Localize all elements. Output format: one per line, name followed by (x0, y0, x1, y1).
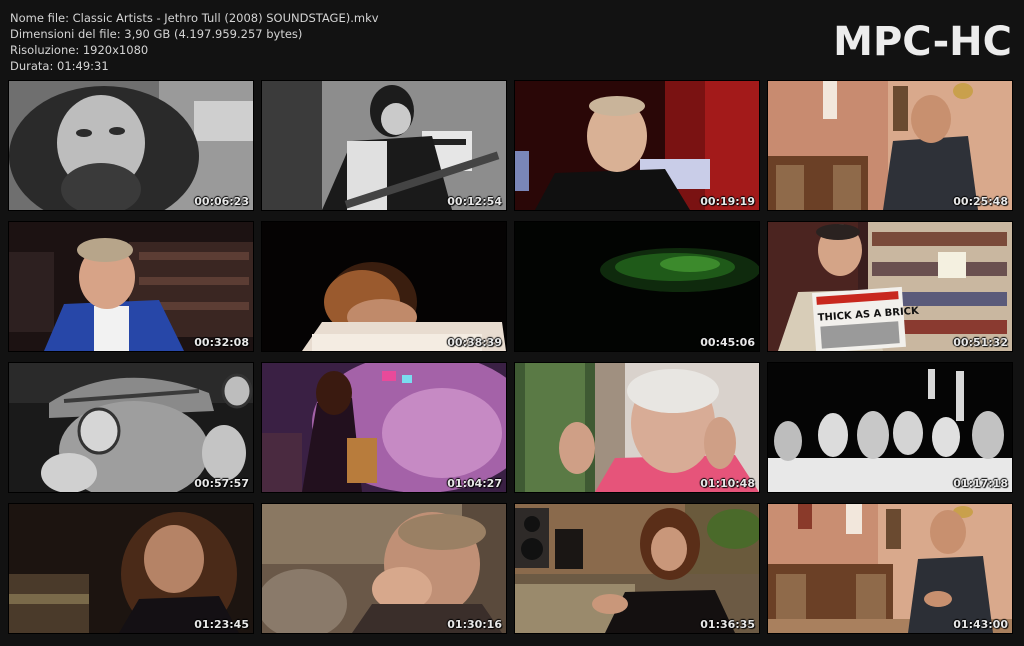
thumbnail-image (9, 504, 253, 633)
thumbnail-image (9, 81, 253, 210)
thumbnail-image (9, 363, 253, 492)
thumbnail-image (768, 504, 1012, 633)
thumbnail-8: THICK AS A BRICK 00:51:32 (768, 222, 1012, 351)
thumbnail-6: 00:38:39 (262, 222, 506, 351)
thumbnail-16: 01:43:00 (768, 504, 1012, 633)
thumbnail-grid: 00:06:23 00:12:54 00:19:19 00:25:48 00:3… (9, 81, 1012, 633)
timestamp: 01:36:35 (700, 618, 755, 631)
timestamp: 01:23:45 (194, 618, 249, 631)
timestamp: 00:12:54 (447, 195, 502, 208)
thumbnail-image (515, 504, 759, 633)
thumbnail-image (515, 222, 759, 351)
thumbnail-image (9, 222, 253, 351)
timestamp: 00:51:32 (953, 336, 1008, 349)
timestamp: 00:57:57 (194, 477, 249, 490)
thumbnail-12: 01:17:18 (768, 363, 1012, 492)
thumbnail-3: 00:19:19 (515, 81, 759, 210)
timestamp: 00:19:19 (700, 195, 755, 208)
thumbnail-image (515, 363, 759, 492)
timestamp: 01:43:00 (953, 618, 1008, 631)
thumbnail-13: 01:23:45 (9, 504, 253, 633)
timestamp: 00:32:08 (194, 336, 249, 349)
timestamp: 01:04:27 (447, 477, 502, 490)
thumbnail-image (262, 81, 506, 210)
timestamp: 01:30:16 (447, 618, 502, 631)
mpc-hc-logo: MPC-HC (833, 19, 1012, 65)
timestamp: 01:10:48 (700, 477, 755, 490)
thumbnail-image: THICK AS A BRICK (768, 222, 1012, 351)
thumbnail-image (768, 81, 1012, 210)
thumbnail-image (262, 363, 506, 492)
thumbnail-5: 00:32:08 (9, 222, 253, 351)
timestamp: 00:25:48 (953, 195, 1008, 208)
thumbnail-4: 00:25:48 (768, 81, 1012, 210)
thumbnail-image (262, 222, 506, 351)
thumbnail-2: 00:12:54 (262, 81, 506, 210)
file-info-header: Nome file: Classic Artists - Jethro Tull… (10, 10, 1014, 76)
thumbnail-11: 01:10:48 (515, 363, 759, 492)
thumbnail-9: 00:57:57 (9, 363, 253, 492)
timestamp: 00:06:23 (194, 195, 249, 208)
thumbnail-1: 00:06:23 (9, 81, 253, 210)
thumbnail-7: 00:45:06 (515, 222, 759, 351)
thumbnail-image (768, 363, 1012, 492)
timestamp: 01:17:18 (953, 477, 1008, 490)
thumbnail-15: 01:36:35 (515, 504, 759, 633)
thumbnail-10: 01:04:27 (262, 363, 506, 492)
timestamp: 00:38:39 (447, 336, 502, 349)
thumbnail-14: 01:30:16 (262, 504, 506, 633)
thumbnail-image (262, 504, 506, 633)
thumbnail-image (515, 81, 759, 210)
timestamp: 00:45:06 (700, 336, 755, 349)
